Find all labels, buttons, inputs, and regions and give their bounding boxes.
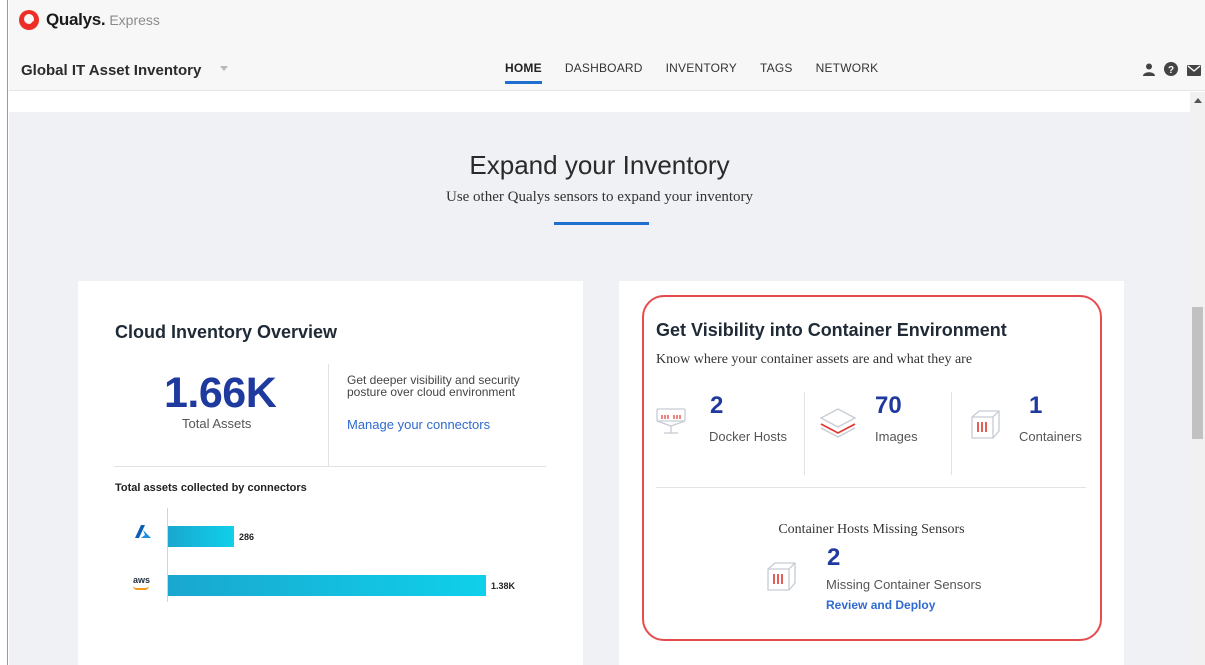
tab-tags[interactable]: TAGS — [760, 61, 793, 75]
top-bar: Qualys. Express — [9, 0, 1205, 48]
connector-value-azure: 286 — [239, 532, 255, 542]
azure-icon — [135, 525, 151, 543]
aws-smile-icon — [133, 586, 149, 590]
scrollbar-thumb[interactable] — [1192, 307, 1203, 439]
connector-value-aws: 1.38K — [491, 581, 516, 591]
tab-inventory[interactable]: INVENTORY — [666, 61, 737, 75]
divider — [114, 466, 546, 467]
cloud-inventory-card: Cloud Inventory Overview 1.66K Total Ass… — [78, 281, 583, 665]
help-icon[interactable]: ? — [1164, 62, 1178, 81]
content-top-strip — [9, 92, 1190, 112]
vertical-scrollbar[interactable] — [1190, 92, 1205, 665]
qualys-logo-icon — [19, 10, 39, 30]
brand-name: Qualys. — [46, 10, 106, 29]
nav-icons: ? — [1134, 62, 1201, 81]
nav-bar: Global IT Asset Inventory HOME DASHBOARD… — [9, 48, 1205, 91]
brand-sub: Express — [109, 12, 160, 28]
aws-icon: aws — [133, 575, 151, 585]
module-title[interactable]: Global IT Asset Inventory — [21, 62, 201, 79]
total-assets-value: 1.66K — [164, 369, 277, 417]
scroll-up-arrow-icon[interactable] — [1194, 98, 1202, 103]
tab-dashboard[interactable]: DASHBOARD — [565, 61, 643, 75]
connector-bar-azure — [168, 526, 234, 547]
connector-bar-aws — [168, 575, 486, 596]
divider — [328, 364, 329, 467]
connectors-chart-title: Total assets collected by connectors — [115, 482, 307, 494]
svg-text:?: ? — [1168, 65, 1174, 76]
hero-subtitle: Use other Qualys sensors to expand your … — [445, 189, 754, 205]
window-frame-left — [0, 0, 8, 665]
highlight-outline — [642, 295, 1102, 641]
tab-home[interactable]: HOME — [505, 61, 542, 84]
qualys-logo[interactable]: Qualys. Express — [19, 10, 160, 30]
mail-icon[interactable] — [1187, 63, 1201, 81]
total-assets-label: Total Assets — [182, 416, 252, 431]
main-nav-tabs: HOME DASHBOARD INVENTORY TAGS NETWORK — [505, 61, 901, 84]
user-icon[interactable] — [1143, 63, 1155, 81]
manage-connectors-link[interactable]: Manage your connectors — [347, 417, 490, 432]
module-dropdown-caret-icon[interactable] — [220, 66, 228, 71]
hero-underline — [554, 222, 649, 225]
tab-network[interactable]: NETWORK — [816, 61, 879, 75]
cloud-description: Get deeper visibility and security postu… — [347, 373, 520, 399]
hero-title: Expand your Inventory — [469, 150, 730, 180]
cloud-card-title: Cloud Inventory Overview — [115, 322, 338, 342]
